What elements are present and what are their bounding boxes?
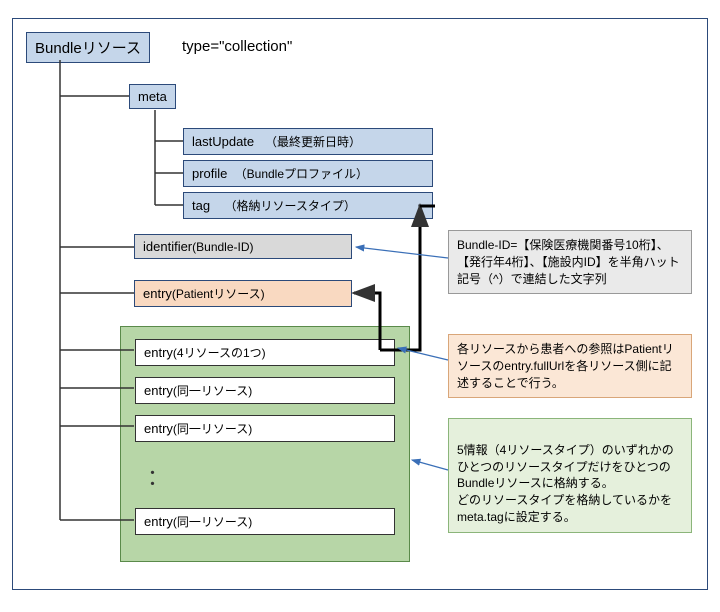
lastupdate-box: lastUpdate （最終更新日時） (183, 128, 433, 155)
note-five-info: 5情報（4リソースタイプ）のいずれかのひとつのリソースタイプだけをひとつのBun… (448, 418, 692, 533)
profile-box: profile （Bundleプロファイル） (183, 160, 433, 187)
note-five-info-text: 5情報（4リソースタイプ）のいずれかのひとつのリソースタイプだけをひとつのBun… (457, 443, 674, 524)
note-bundle-id-text: Bundle-ID=【保険医療機関番号10桁】、【発行年4桁】、【施設内ID】を… (457, 238, 680, 286)
group-entry-2-desc: (同一リソース) (173, 384, 252, 398)
group-entry-1: entry(4リソースの1つ) (135, 339, 395, 366)
group-entry-1-name: entry (144, 345, 173, 360)
tag-name: tag (192, 198, 210, 213)
note-patient-ref-text: 各リソースから患者への参照はPatientリソースのentry.fullUrlを… (457, 342, 674, 390)
identifier-box: identifier(Bundle-ID) (134, 234, 352, 259)
group-entry-1-desc: (4リソースの1つ) (173, 346, 266, 360)
meta-box: meta (129, 84, 176, 109)
tag-box: tag （格納リソースタイプ） (183, 192, 433, 219)
type-label: type="collection" (182, 38, 292, 55)
note-bundle-id: Bundle-ID=【保険医療機関番号10桁】、【発行年4桁】、【施設内ID】を… (448, 230, 692, 294)
ellipsis: ： (147, 460, 169, 492)
tag-desc: （格納リソースタイプ） (225, 199, 356, 213)
bundle-root-box: Bundleリソース (26, 32, 150, 63)
lastupdate-name: lastUpdate (192, 134, 254, 149)
group-entry-n-desc: (同一リソース) (173, 515, 252, 529)
group-entry-2: entry(同一リソース) (135, 377, 395, 404)
group-entry-3-desc: (同一リソース) (173, 422, 252, 436)
patient-entry-box: entry(Patientリソース) (134, 280, 352, 307)
group-entry-3: entry(同一リソース) (135, 415, 395, 442)
note-patient-ref: 各リソースから患者への参照はPatientリソースのentry.fullUrlを… (448, 334, 692, 398)
group-entry-2-name: entry (144, 383, 173, 398)
group-entry-n: entry(同一リソース) (135, 508, 395, 535)
profile-name: profile (192, 166, 227, 181)
identifier-desc: (Bundle-ID) (192, 240, 253, 254)
bundle-root-label: Bundleリソース (35, 40, 141, 57)
entry-group: entry(4リソースの1つ) entry(同一リソース) entry(同一リソ… (120, 326, 410, 562)
meta-label: meta (138, 89, 167, 104)
identifier-name: identifier (143, 239, 192, 254)
group-entry-3-name: entry (144, 421, 173, 436)
lastupdate-desc: （最終更新日時） (265, 135, 361, 149)
group-entry-n-name: entry (144, 514, 173, 529)
patient-entry-desc: (Patientリソース) (172, 287, 265, 301)
profile-desc: （Bundleプロファイル） (235, 167, 368, 181)
patient-entry-name: entry (143, 286, 172, 301)
